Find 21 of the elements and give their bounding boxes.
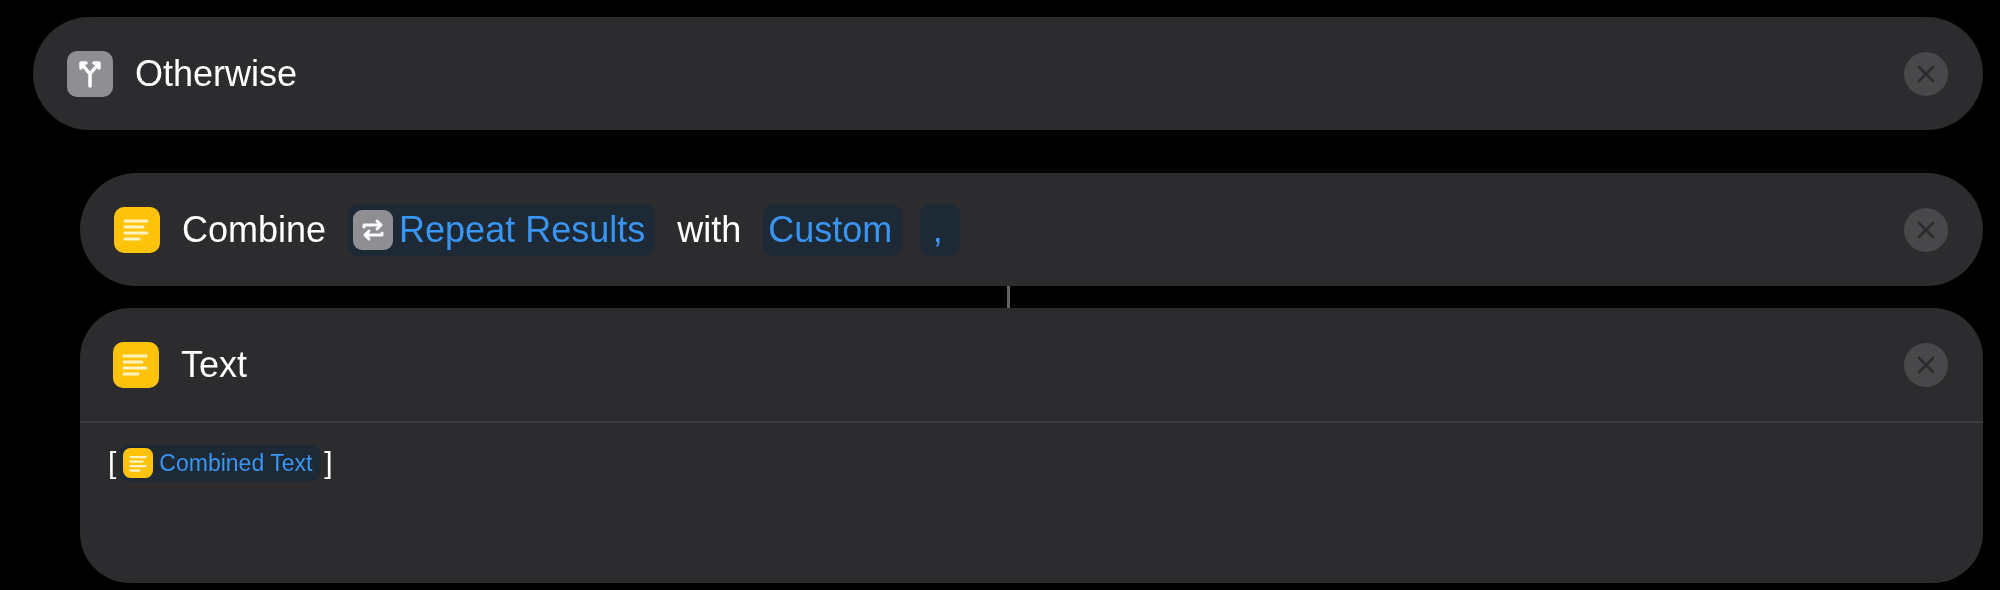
- action-label: with: [677, 208, 742, 251]
- close-icon: [1916, 219, 1936, 240]
- repeat-icon: [353, 209, 394, 250]
- action-label: Combine: [182, 208, 327, 251]
- text-icon: [123, 448, 154, 478]
- branch-icon: [67, 50, 113, 97]
- variable-token[interactable]: ,: [920, 203, 961, 256]
- close-icon: [1916, 63, 1936, 84]
- bracket: ]: [324, 446, 333, 480]
- text-icon: [113, 341, 159, 388]
- variable-token[interactable]: Custom: [763, 203, 903, 256]
- text-icon: [114, 206, 160, 253]
- close-button[interactable]: [1904, 51, 1948, 96]
- variable-token[interactable]: Repeat Results: [348, 203, 656, 256]
- close-icon: [1916, 354, 1936, 375]
- bracket: [: [108, 446, 117, 480]
- action-title: Text: [181, 343, 248, 386]
- action-title: Otherwise: [135, 52, 298, 95]
- close-button[interactable]: [1904, 342, 1948, 387]
- variable-token[interactable]: Combined Text: [120, 445, 321, 481]
- close-button[interactable]: [1904, 207, 1948, 252]
